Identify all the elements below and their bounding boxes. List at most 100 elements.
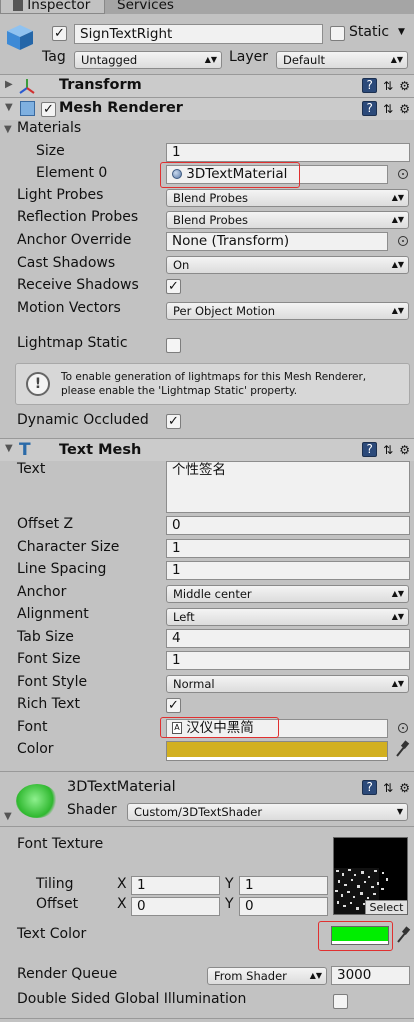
dropdown-arrow-icon: ▲▼ bbox=[391, 306, 404, 315]
gear-icon[interactable]: ⚙ bbox=[399, 443, 410, 457]
preset-icon[interactable]: ⇅ bbox=[383, 79, 393, 93]
gear-icon[interactable]: ⚙ bbox=[399, 102, 410, 116]
gameobject-cube-icon bbox=[5, 22, 35, 56]
inspector-icon bbox=[13, 0, 23, 11]
section-divider bbox=[0, 1018, 414, 1019]
material-preview-icon bbox=[16, 784, 58, 818]
lightmap-static-checkbox[interactable] bbox=[166, 338, 181, 353]
material-foldout-arrow-icon[interactable]: ▼ bbox=[4, 811, 12, 822]
tag-value: Untagged bbox=[81, 53, 138, 67]
gear-icon[interactable]: ⚙ bbox=[399, 781, 410, 795]
text-mesh-title: Text Mesh bbox=[59, 442, 142, 458]
dropdown-arrow-icon: ▲▼ bbox=[391, 589, 404, 598]
receive-shadows-checkbox[interactable]: ✓ bbox=[166, 279, 181, 294]
foldout-arrow-icon[interactable]: ▼ bbox=[5, 102, 13, 113]
offset-label: Offset bbox=[36, 896, 79, 912]
mesh-renderer-icon bbox=[20, 101, 35, 116]
line-spacing-field[interactable]: 1 bbox=[166, 561, 410, 580]
anchor-dropdown[interactable]: Middle center ▲▼ bbox=[166, 585, 409, 603]
info-box: ! To enable generation of lightmaps for … bbox=[15, 363, 410, 405]
text-color-label: Text Color bbox=[17, 926, 87, 942]
shader-dropdown[interactable]: Custom/3DTextShader ▼ bbox=[127, 803, 408, 821]
help-book-icon[interactable]: ? bbox=[362, 442, 378, 457]
eyedropper-icon[interactable] bbox=[395, 926, 411, 948]
double-sided-gi-label: Double Sided Global Illumination bbox=[17, 991, 247, 1007]
mesh-renderer-enabled-checkbox[interactable]: ✓ bbox=[41, 102, 56, 117]
light-probes-dropdown[interactable]: Blend Probes ▲▼ bbox=[166, 189, 409, 207]
foldout-arrow-icon[interactable]: ▼ bbox=[5, 443, 13, 454]
dropdown-arrow-icon: ▲▼ bbox=[309, 971, 322, 980]
size-label: Size bbox=[36, 143, 65, 159]
shader-value: Custom/3DTextShader bbox=[134, 805, 263, 819]
font-label: Font bbox=[17, 719, 48, 735]
color-swatch[interactable] bbox=[166, 741, 388, 761]
character-size-label: Character Size bbox=[17, 539, 120, 555]
help-book-icon[interactable]: ? bbox=[362, 78, 378, 93]
rich-text-checkbox[interactable]: ✓ bbox=[166, 698, 181, 713]
info-icon: ! bbox=[26, 372, 50, 396]
tab-size-field[interactable]: 4 bbox=[166, 629, 410, 648]
motion-vectors-dropdown[interactable]: Per Object Motion ▲▼ bbox=[166, 302, 409, 320]
cast-shadows-dropdown[interactable]: On ▲▼ bbox=[166, 256, 409, 274]
gear-icon[interactable]: ⚙ bbox=[399, 79, 410, 93]
font-style-dropdown[interactable]: Normal ▲▼ bbox=[166, 675, 409, 693]
character-size-field[interactable]: 1 bbox=[166, 539, 410, 558]
object-picker-icon[interactable] bbox=[398, 723, 408, 733]
render-queue-dropdown[interactable]: From Shader ▲▼ bbox=[207, 967, 327, 985]
tiling-y-field[interactable]: 1 bbox=[239, 876, 328, 895]
preset-icon[interactable]: ⇅ bbox=[383, 102, 393, 116]
line-spacing-label: Line Spacing bbox=[17, 561, 107, 577]
transform-header[interactable]: ▶ Transform ? ⇅ ⚙ bbox=[0, 74, 414, 97]
layer-label: Layer bbox=[229, 49, 269, 65]
static-checkbox[interactable] bbox=[330, 26, 345, 41]
object-picker-icon[interactable] bbox=[398, 236, 408, 246]
active-checkbox[interactable]: ✓ bbox=[52, 26, 67, 41]
object-name-field[interactable]: SignTextRight bbox=[74, 24, 323, 44]
anchor-override-field[interactable]: None (Transform) bbox=[166, 232, 388, 251]
select-texture-button[interactable]: Select bbox=[365, 900, 407, 914]
select-label: Select bbox=[369, 901, 404, 914]
text-area[interactable]: 个性签名 bbox=[166, 461, 410, 513]
reflection-probes-dropdown[interactable]: Blend Probes ▲▼ bbox=[166, 211, 409, 229]
offset-y-field[interactable]: 0 bbox=[239, 897, 328, 916]
font-size-field[interactable]: 1 bbox=[166, 651, 410, 670]
tab-inspector[interactable]: Inspector bbox=[0, 0, 105, 14]
object-picker-icon[interactable] bbox=[398, 169, 408, 179]
tab-bar: Inspector Services bbox=[0, 0, 414, 14]
tab-services-label: Services bbox=[117, 0, 174, 13]
eyedropper-icon[interactable] bbox=[394, 740, 410, 762]
anchor-label: Anchor bbox=[17, 584, 67, 600]
dropdown-arrow-icon: ▲▼ bbox=[391, 193, 404, 202]
double-sided-gi-checkbox[interactable] bbox=[333, 994, 348, 1009]
font-texture-label: Font Texture bbox=[17, 836, 104, 852]
tag-dropdown[interactable]: Untagged ▲▼ bbox=[74, 51, 222, 69]
render-queue-label: Render Queue bbox=[17, 966, 118, 982]
offset-z-field[interactable]: 0 bbox=[166, 516, 410, 535]
layer-dropdown[interactable]: Default ▲▼ bbox=[276, 51, 408, 69]
static-dropdown-icon[interactable]: ▼ bbox=[398, 27, 405, 37]
help-book-icon[interactable]: ? bbox=[362, 780, 378, 795]
preset-icon[interactable]: ⇅ bbox=[383, 781, 393, 795]
mesh-renderer-header[interactable]: ▼ ✓ Mesh Renderer ? ⇅ ⚙ bbox=[0, 97, 414, 120]
tiling-x-label: X bbox=[117, 876, 127, 892]
render-queue-mode: From Shader bbox=[214, 969, 287, 983]
reflection-probes-label: Reflection Probes bbox=[17, 209, 139, 225]
size-field[interactable]: 1 bbox=[166, 143, 410, 162]
text-mesh-header[interactable]: ▼ T Text Mesh ? ⇅ ⚙ bbox=[0, 438, 414, 461]
section-divider bbox=[0, 826, 414, 827]
foldout-arrow-icon[interactable]: ▶ bbox=[5, 79, 13, 90]
lightmap-static-label: Lightmap Static bbox=[17, 335, 128, 351]
help-book-icon[interactable]: ? bbox=[362, 101, 378, 116]
tab-services[interactable]: Services bbox=[117, 0, 174, 14]
preset-icon[interactable]: ⇅ bbox=[383, 443, 393, 457]
dynamic-occluded-checkbox[interactable]: ✓ bbox=[166, 414, 181, 429]
offset-x-field[interactable]: 0 bbox=[131, 897, 220, 916]
tiling-x-field[interactable]: 1 bbox=[131, 876, 220, 895]
text-mesh-icon: T bbox=[19, 440, 31, 460]
alignment-dropdown[interactable]: Left ▲▼ bbox=[166, 608, 409, 626]
font-texture-slot[interactable]: Select bbox=[333, 837, 408, 915]
render-queue-field[interactable]: 3000 bbox=[331, 966, 410, 985]
dropdown-arrow-icon: ▲▼ bbox=[390, 55, 403, 64]
materials-foldout-arrow-icon[interactable]: ▼ bbox=[4, 124, 12, 135]
element0-label: Element 0 bbox=[36, 165, 108, 181]
